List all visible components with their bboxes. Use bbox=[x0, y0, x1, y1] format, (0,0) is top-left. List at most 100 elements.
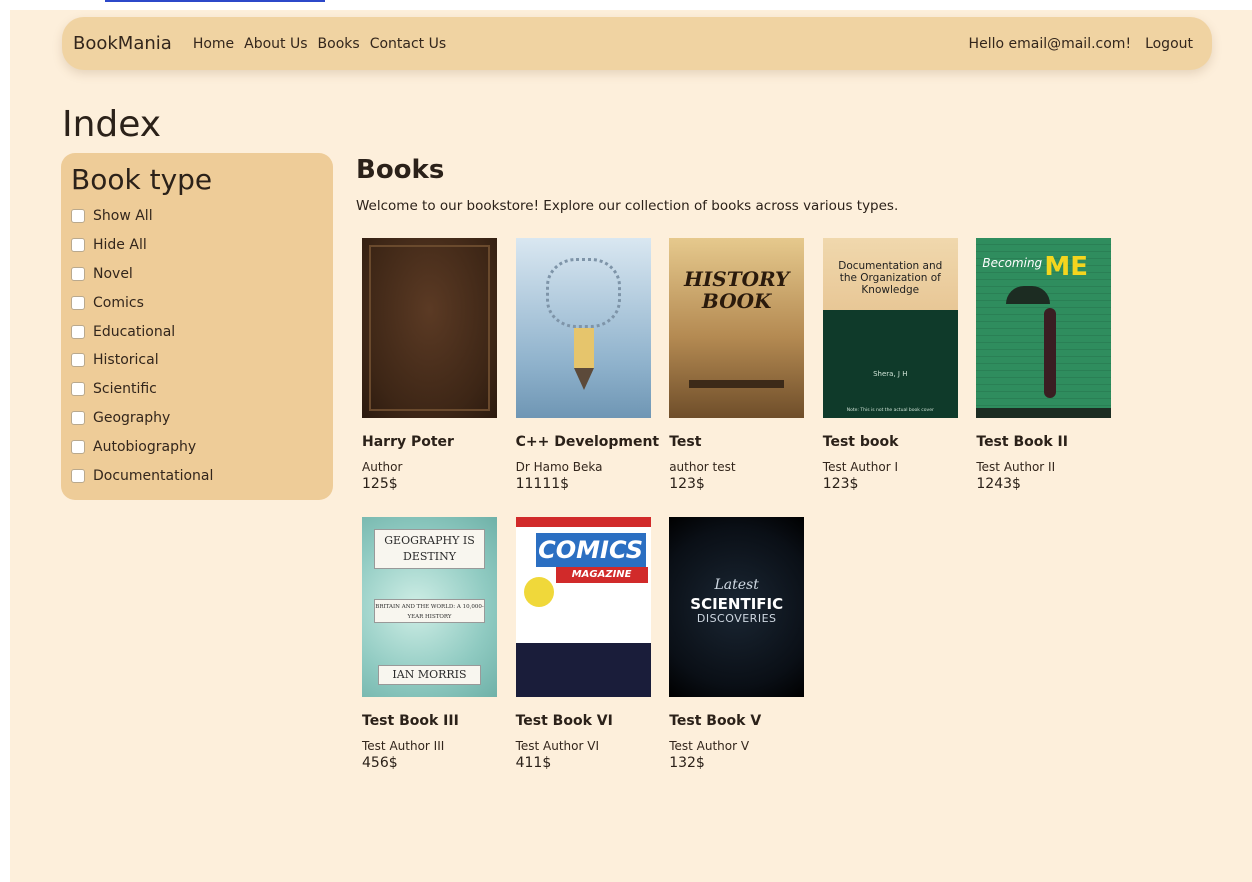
page: BookMania Home About Us Books Contact Us… bbox=[10, 10, 1252, 882]
umbrella-icon bbox=[1006, 286, 1051, 304]
book-cover-image[interactable] bbox=[362, 238, 497, 418]
filter-label: Documentational bbox=[93, 467, 214, 484]
nav-contact-us[interactable]: Contact Us bbox=[370, 36, 446, 52]
checkbox[interactable] bbox=[71, 209, 85, 224]
book-price: 1243$ bbox=[976, 476, 1021, 492]
filter-label: Show All bbox=[93, 208, 153, 225]
book-cover-image[interactable] bbox=[515, 238, 651, 418]
nav-about-us[interactable]: About Us bbox=[244, 36, 307, 52]
book-grid: Harry Poter Author 125$ C++ Development … bbox=[362, 238, 1142, 796]
cover-title: GEOGRAPHY IS DESTINY bbox=[374, 529, 485, 569]
book-cover-image[interactable]: COMICS MAGAZINE bbox=[515, 517, 651, 697]
book-price: 456$ bbox=[362, 755, 398, 771]
user-greeting[interactable]: Hello email@mail.com! bbox=[969, 36, 1132, 52]
book-title[interactable]: Test Book III bbox=[362, 713, 516, 733]
book-type-sidebar: Book type Show All Hide All Novel Comics… bbox=[61, 153, 333, 500]
books-title: Books bbox=[356, 155, 445, 185]
cover-title: HISTORY BOOK bbox=[669, 268, 804, 312]
cover-frame bbox=[369, 245, 490, 411]
filter-geography[interactable]: Geography bbox=[71, 404, 323, 433]
filter-show-all[interactable]: Show All bbox=[71, 202, 323, 231]
checkbox[interactable] bbox=[71, 382, 85, 397]
cover-title-line2: BOOK bbox=[701, 289, 772, 313]
book-author: Test Author V bbox=[669, 739, 750, 753]
book-price: 11111$ bbox=[515, 476, 570, 492]
book-author: Test Author VI bbox=[515, 739, 600, 753]
cover-title: COMICS bbox=[535, 533, 646, 567]
filter-educational[interactable]: Educational bbox=[71, 317, 323, 346]
cover-top-band bbox=[515, 517, 651, 527]
book-cover-image[interactable]: Latest SCIENTIFIC DISCOVERIES bbox=[669, 517, 805, 697]
book-title[interactable]: Test book bbox=[823, 434, 977, 454]
book-author: Test Author II bbox=[976, 460, 1056, 474]
book-title[interactable]: C++ Development bbox=[516, 434, 670, 454]
book-card[interactable]: COMICS MAGAZINE Test Book VI Test Author… bbox=[515, 517, 670, 796]
checkbox[interactable] bbox=[71, 353, 85, 368]
ship-illustration bbox=[689, 328, 785, 388]
checkbox[interactable] bbox=[71, 439, 85, 454]
book-price: 132$ bbox=[669, 755, 705, 771]
filter-label: Educational bbox=[93, 323, 176, 340]
cover-swirl bbox=[545, 258, 621, 328]
book-card[interactable]: Documentation and the Organization of Kn… bbox=[822, 238, 977, 517]
filter-label: Comics bbox=[93, 294, 144, 311]
book-price: 123$ bbox=[669, 476, 705, 492]
pencil-tip-icon bbox=[573, 368, 594, 390]
filter-comics[interactable]: Comics bbox=[71, 288, 323, 317]
nav-books[interactable]: Books bbox=[318, 36, 360, 52]
filter-historical[interactable]: Historical bbox=[71, 346, 323, 375]
book-card[interactable]: Becoming ME Test Book II Test Author II … bbox=[976, 238, 1130, 517]
cover-subtitle: BRITAIN AND THE WORLD: A 10,000-YEAR HIS… bbox=[374, 599, 485, 623]
filter-label: Autobiography bbox=[93, 438, 197, 455]
filter-hide-all[interactable]: Hide All bbox=[71, 231, 323, 260]
book-title[interactable]: Test Book VI bbox=[516, 713, 670, 733]
book-title[interactable]: Test bbox=[669, 434, 823, 454]
book-price: 411$ bbox=[515, 755, 552, 771]
checkbox[interactable] bbox=[71, 410, 85, 425]
filter-documentational[interactable]: Documentational bbox=[71, 461, 323, 490]
filter-label: Novel bbox=[93, 265, 133, 282]
pencil-icon bbox=[573, 328, 594, 368]
book-author: Author bbox=[362, 460, 403, 474]
book-card[interactable]: HISTORY BOOK Test author test 123$ bbox=[669, 238, 823, 517]
book-cover-image[interactable]: GEOGRAPHY IS DESTINY BRITAIN AND THE WOR… bbox=[362, 517, 497, 697]
book-cover-image[interactable]: Documentation and the Organization of Kn… bbox=[822, 238, 958, 418]
filter-autobiography[interactable]: Autobiography bbox=[71, 432, 323, 461]
filter-novel[interactable]: Novel bbox=[71, 260, 323, 289]
sidebar-title: Book type bbox=[71, 163, 213, 196]
book-cover-image[interactable]: Becoming ME bbox=[976, 238, 1112, 418]
book-title[interactable]: Test Book II bbox=[976, 434, 1130, 454]
brand-link[interactable]: BookMania bbox=[73, 33, 172, 54]
cover-subtitle: MAGAZINE bbox=[555, 567, 648, 583]
checkbox[interactable] bbox=[71, 468, 85, 483]
checkbox[interactable] bbox=[71, 238, 85, 253]
cover-title-becoming: Becoming bbox=[982, 256, 1043, 270]
starburst-icon bbox=[523, 577, 554, 607]
book-title[interactable]: Test Book V bbox=[669, 713, 823, 733]
logout-link[interactable]: Logout bbox=[1145, 36, 1193, 52]
checkbox[interactable] bbox=[71, 266, 85, 281]
checkbox[interactable] bbox=[71, 324, 85, 339]
nav-home[interactable]: Home bbox=[193, 36, 234, 52]
navbar: BookMania Home About Us Books Contact Us… bbox=[62, 17, 1212, 70]
book-price: 125$ bbox=[362, 476, 398, 492]
cover-title-line2: SCIENTIFIC bbox=[690, 595, 784, 613]
book-author: author test bbox=[669, 460, 736, 474]
nav-right: Hello email@mail.com! Logout bbox=[969, 36, 1201, 52]
book-title[interactable]: Harry Poter bbox=[362, 434, 516, 454]
filter-scientific[interactable]: Scientific bbox=[71, 375, 323, 404]
book-author: Test Author III bbox=[362, 739, 445, 753]
book-card[interactable]: C++ Development Dr Hamo Beka 11111$ bbox=[515, 238, 670, 517]
cover-author: Shera, J H bbox=[873, 370, 908, 378]
page-title: Index bbox=[62, 104, 162, 145]
book-author: Dr Hamo Beka bbox=[515, 460, 603, 474]
cover-title-line1: Latest bbox=[714, 577, 759, 593]
cover-title: Documentation and the Organization of Kn… bbox=[838, 260, 943, 296]
book-card[interactable]: Harry Poter Author 125$ bbox=[362, 238, 516, 517]
book-cover-image[interactable]: HISTORY BOOK bbox=[669, 238, 805, 418]
welcome-text: Welcome to our bookstore! Explore our co… bbox=[356, 198, 899, 214]
book-card[interactable]: Latest SCIENTIFIC DISCOVERIES Test Book … bbox=[669, 517, 823, 796]
book-card[interactable]: GEOGRAPHY IS DESTINY BRITAIN AND THE WOR… bbox=[362, 517, 516, 796]
cover-title-line3: DISCOVERIES bbox=[696, 612, 777, 625]
checkbox[interactable] bbox=[71, 295, 85, 310]
